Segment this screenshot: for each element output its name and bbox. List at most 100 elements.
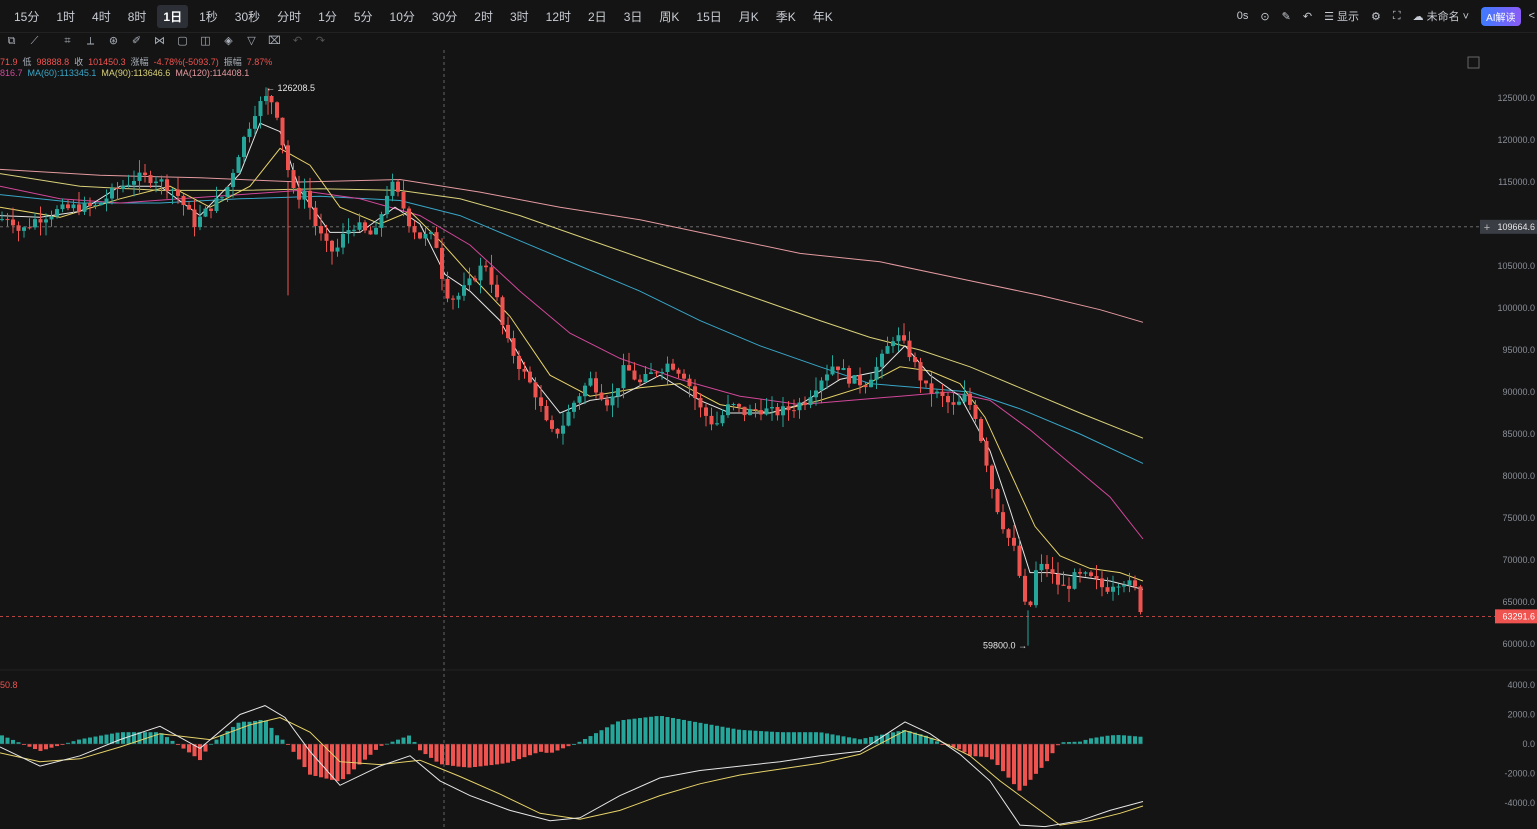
expand-chart-icon — [1467, 56, 1480, 69]
candle-body — [1127, 580, 1132, 586]
macd-bar — [583, 738, 587, 744]
price-tick-label: 115000.0 — [1498, 177, 1535, 187]
candle-body — [808, 397, 813, 405]
candle-body — [896, 335, 901, 342]
chart-canvas[interactable]: 125000.0120000.0115000.0110000.0105000.0… — [0, 0, 1537, 829]
candle-body — [544, 405, 549, 421]
macd-bar — [440, 744, 444, 765]
candle-body — [539, 397, 543, 406]
candle-body — [49, 216, 54, 220]
candle-body — [60, 204, 65, 210]
candle-body — [511, 338, 516, 356]
candle-body — [990, 465, 994, 490]
macd-bar — [1111, 735, 1115, 744]
candle-body — [847, 368, 851, 384]
macd-tick-label: -4000.0 — [1504, 798, 1535, 808]
candle-body — [935, 391, 939, 394]
candle-body — [1039, 563, 1044, 571]
candle-body — [1050, 569, 1055, 575]
candle-body — [33, 219, 37, 228]
macd-bar — [594, 733, 598, 744]
ma30-line — [0, 185, 1144, 540]
candle-body — [401, 191, 406, 209]
candle-body — [451, 298, 455, 300]
candle-body — [462, 285, 466, 296]
macd-bar — [154, 732, 158, 744]
macd-bar — [280, 739, 285, 744]
candle-body — [1094, 575, 1099, 579]
macd-bar — [841, 736, 846, 744]
candle-body — [561, 425, 565, 434]
candle-body — [770, 406, 774, 409]
price-tick-label: 60000.0 — [1502, 639, 1535, 649]
candle-body — [792, 410, 796, 412]
high-annotation: ← 126208.5 — [266, 83, 315, 93]
candle-body — [907, 340, 912, 358]
candle-body — [478, 265, 483, 281]
candle-body — [11, 219, 15, 226]
macd-bar — [825, 733, 829, 744]
macd-bar — [396, 739, 400, 744]
macd-bar — [1116, 735, 1121, 744]
macd-tick-label: 2000.0 — [1507, 710, 1535, 720]
macd-bar — [412, 741, 417, 744]
macd-bar — [231, 726, 235, 744]
macd-bar — [126, 732, 131, 744]
candle-body — [467, 278, 472, 286]
macd-bar — [979, 744, 983, 757]
candle-body — [687, 378, 692, 387]
candle-body — [737, 404, 741, 407]
macd-tick-label: -2000.0 — [1504, 769, 1535, 779]
candle-body — [891, 341, 895, 347]
macd-bar — [104, 734, 109, 744]
macd-bar — [275, 735, 279, 744]
macd-bar — [775, 732, 780, 744]
macd-bar — [407, 735, 411, 744]
candle-body — [676, 369, 681, 374]
candle-body — [973, 404, 978, 419]
candle-body — [104, 198, 109, 203]
candle-body — [38, 219, 43, 223]
macd-bar — [71, 741, 76, 744]
candle-body — [385, 195, 389, 215]
macd-bar — [1094, 737, 1099, 744]
macd-bar — [781, 732, 785, 744]
candle-body — [968, 393, 972, 405]
macd-bar — [429, 744, 433, 758]
candle-body — [236, 157, 241, 173]
candle-body — [275, 102, 279, 118]
macd-bar — [1045, 744, 1049, 762]
macd-bar — [93, 736, 98, 744]
candle-body — [209, 208, 213, 211]
crosshair-plus-icon: + — [1484, 222, 1490, 234]
macd-bar — [467, 744, 472, 768]
macd-bar — [858, 739, 862, 744]
candle-body — [71, 204, 76, 209]
macd-bar — [11, 739, 15, 744]
macd-bar — [506, 744, 510, 763]
macd-bar — [759, 731, 763, 744]
macd-bar — [962, 744, 967, 753]
macd-bar — [643, 717, 648, 744]
candle-body — [550, 420, 554, 429]
macd-bar — [357, 744, 362, 765]
candle-body — [440, 247, 444, 279]
candle-body — [115, 187, 120, 189]
macd-bar — [1127, 735, 1132, 744]
candle-body — [1006, 529, 1011, 538]
macd-bar — [649, 716, 653, 744]
macd-bar — [258, 719, 263, 744]
macd-bar — [682, 719, 686, 744]
candle-body — [55, 209, 59, 217]
candle-body — [665, 363, 670, 372]
macd-bar — [495, 744, 499, 765]
macd-bar — [715, 725, 719, 744]
candle-body — [22, 227, 26, 231]
macd-bar — [33, 744, 37, 750]
candle-body — [1061, 584, 1066, 586]
price-tick-label: 120000.0 — [1497, 135, 1535, 145]
candle-body — [126, 184, 131, 186]
macd-bar — [319, 744, 323, 778]
macd-bar — [1017, 744, 1022, 791]
candle-body — [1116, 586, 1121, 588]
